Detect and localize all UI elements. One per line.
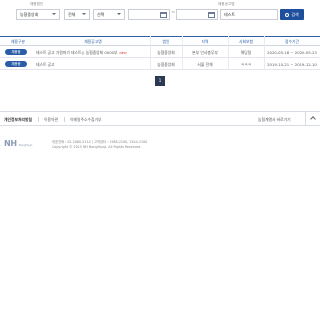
region-select[interactable]: 전체 (64, 9, 90, 20)
logo-subtext: NongHyup (18, 143, 33, 147)
keyword-label: 채용공고명 (218, 2, 235, 6)
corp-select-value: 농협중앙회 (20, 12, 39, 17)
footer-nav: 개인정보처리방침 이용약관 이메일주소수집거부 농협계열사 바로가기 (0, 111, 320, 126)
calendar-icon[interactable] (160, 12, 167, 18)
table-header: 채용구분 채용공고명 법인 지역 사회보험 접수기간 (0, 36, 320, 46)
table-row[interactable]: 채용중 테스트 공고 농협중앙회 서울 전체 ㅋㅋㅋ 2019-10-21 ~ … (0, 58, 320, 70)
search-button[interactable]: 검색 (280, 9, 304, 20)
logo-mark: NH (4, 139, 17, 148)
chevron-down-icon (117, 13, 121, 15)
job-title-link[interactable]: 테스트 공고 (36, 62, 55, 68)
corp-cell: 농협중앙회 (157, 50, 175, 55)
page-1-button[interactable]: 1 (155, 76, 165, 86)
header-type: 채용구분 (11, 39, 25, 44)
privacy-policy-link[interactable]: 개인정보처리방침 (4, 117, 32, 123)
header-corp: 법인 (162, 39, 170, 44)
corp-filter-label: 채용법인 (30, 2, 44, 6)
contact-info: 대표전화 : 02-2080-5114 | 고객센터 : 1588-2100, … (52, 140, 148, 144)
column-divider (264, 36, 265, 70)
job-title: 테스트 공고 가원마가 테스트() 농협중앙회 0000부 (36, 50, 118, 55)
column-divider (228, 36, 229, 70)
chevron-up-icon (310, 116, 316, 122)
new-badge: NEW (119, 51, 127, 55)
search-button-label: 검색 (291, 12, 299, 17)
job-title-link[interactable]: 테스트 공고 가원마가 테스트() 농협중앙회 0000부 NEW (36, 50, 127, 56)
insurance-cell: ㅋㅋㅋ (240, 62, 252, 67)
column-divider (182, 36, 183, 70)
period-cell: 2020-05-18 ~ 2020-05-23 (267, 50, 317, 55)
period-cell: 2019-10-21 ~ 2019-12-10 (267, 62, 317, 67)
status-badge: 채용중 (5, 60, 27, 67)
keyword-input[interactable]: 테스트 (220, 9, 278, 20)
date-range-separator: ~ (171, 10, 176, 16)
affiliates-link[interactable]: 농협계열사 바로가기 (258, 117, 291, 123)
search-icon (285, 12, 290, 17)
scroll-top-button[interactable] (305, 112, 320, 125)
search-filter-bar: 채용법인 농협중앙회 전체 선택 ~ 채용공고명 테스트 검색 (0, 0, 320, 28)
header-title: 채용공고명 (84, 39, 102, 44)
type-select-value: 선택 (97, 12, 105, 17)
copyright: Copyright © 2015 NH NongHyup. All Rights… (52, 145, 142, 149)
email-refusal-link[interactable]: 이메일주소수집거부 (70, 117, 101, 123)
header-period: 접수기간 (285, 39, 299, 44)
corp-cell: 농협중앙회 (157, 62, 175, 67)
region-cell: 서울 전체 (197, 62, 213, 67)
region-cell: 본부 인사총무부 (192, 50, 218, 55)
divider (38, 117, 39, 122)
start-date-input[interactable] (128, 9, 170, 20)
corp-select[interactable]: 농협중앙회 (16, 9, 60, 20)
end-date-input[interactable] (176, 9, 218, 20)
type-select[interactable]: 선택 (93, 9, 125, 20)
divider (64, 117, 65, 122)
terms-link[interactable]: 이용약관 (44, 117, 58, 123)
calendar-icon[interactable] (208, 12, 215, 18)
insurance-cell: 해당됨 (240, 50, 252, 55)
nh-logo: NH NongHyup (4, 139, 32, 148)
header-region: 지역 (201, 39, 209, 44)
region-select-value: 전체 (68, 12, 76, 17)
status-badge: 채용중 (5, 48, 27, 55)
chevron-down-icon (52, 13, 56, 15)
table-row[interactable]: 채용중 테스트 공고 가원마가 테스트() 농협중앙회 0000부 NEW 농협중… (0, 46, 320, 58)
header-insurance: 사회보험 (239, 39, 253, 44)
column-divider (150, 36, 151, 70)
job-title: 테스트 공고 (36, 62, 55, 67)
chevron-down-icon (82, 13, 86, 15)
